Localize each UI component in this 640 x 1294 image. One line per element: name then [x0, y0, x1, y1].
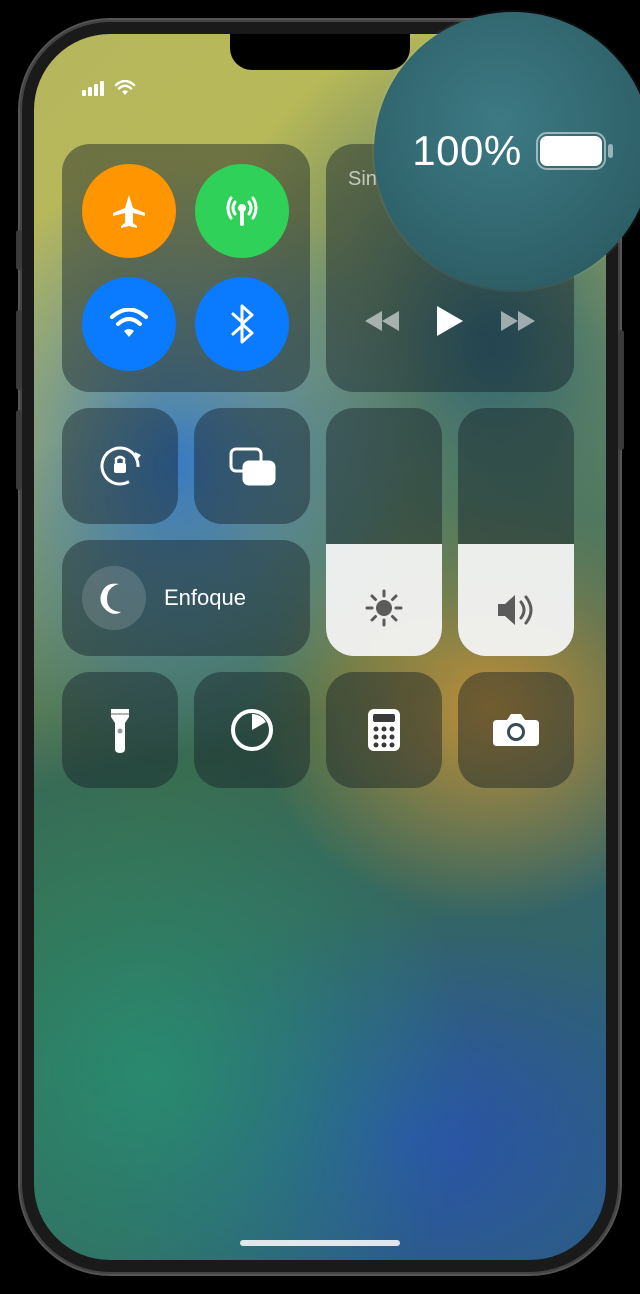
- wifi-icon: [108, 308, 150, 340]
- airplane-mode-toggle[interactable]: [82, 164, 176, 258]
- focus-button[interactable]: Enfoque: [62, 540, 310, 656]
- orientation-lock-icon: [95, 441, 145, 491]
- power-button: [618, 330, 624, 450]
- timer-button[interactable]: [194, 672, 310, 788]
- battery-zoom-callout: 100%: [374, 12, 640, 290]
- screen-mirroring-button[interactable]: [194, 408, 310, 524]
- volume-icon: [495, 592, 537, 628]
- cellular-antenna-icon: [221, 190, 263, 232]
- flashlight-icon: [107, 705, 133, 755]
- timer-icon: [229, 707, 275, 753]
- connectivity-panel[interactable]: [62, 144, 310, 392]
- status-left: [82, 80, 136, 96]
- media-forward-button[interactable]: [499, 309, 535, 333]
- screen-mirroring-icon: [227, 445, 277, 487]
- camera-button[interactable]: [458, 672, 574, 788]
- orientation-lock-toggle[interactable]: [62, 408, 178, 524]
- media-rewind-button[interactable]: [365, 309, 401, 333]
- brightness-slider[interactable]: [326, 408, 442, 656]
- focus-icon-container: [82, 566, 146, 630]
- wifi-toggle[interactable]: [82, 277, 176, 371]
- zoom-battery-icon: [536, 132, 614, 170]
- camera-icon: [491, 710, 541, 750]
- home-indicator[interactable]: [240, 1240, 400, 1246]
- zoom-battery-percent: 100%: [412, 127, 521, 175]
- volume-down-button: [16, 410, 22, 490]
- bluetooth-icon: [230, 304, 254, 344]
- bluetooth-toggle[interactable]: [195, 277, 289, 371]
- media-play-button[interactable]: [435, 304, 465, 338]
- moon-icon: [97, 581, 131, 615]
- airplane-icon: [109, 191, 149, 231]
- calculator-button[interactable]: [326, 672, 442, 788]
- mute-switch: [16, 230, 22, 270]
- notch: [230, 34, 410, 70]
- wifi-status-icon: [114, 80, 136, 96]
- cellular-signal-icon: [82, 80, 106, 96]
- flashlight-button[interactable]: [62, 672, 178, 788]
- focus-label: Enfoque: [164, 585, 246, 611]
- calculator-icon: [366, 707, 402, 753]
- brightness-icon: [364, 588, 404, 628]
- volume-up-button: [16, 310, 22, 390]
- cellular-data-toggle[interactable]: [195, 164, 289, 258]
- volume-slider[interactable]: [458, 408, 574, 656]
